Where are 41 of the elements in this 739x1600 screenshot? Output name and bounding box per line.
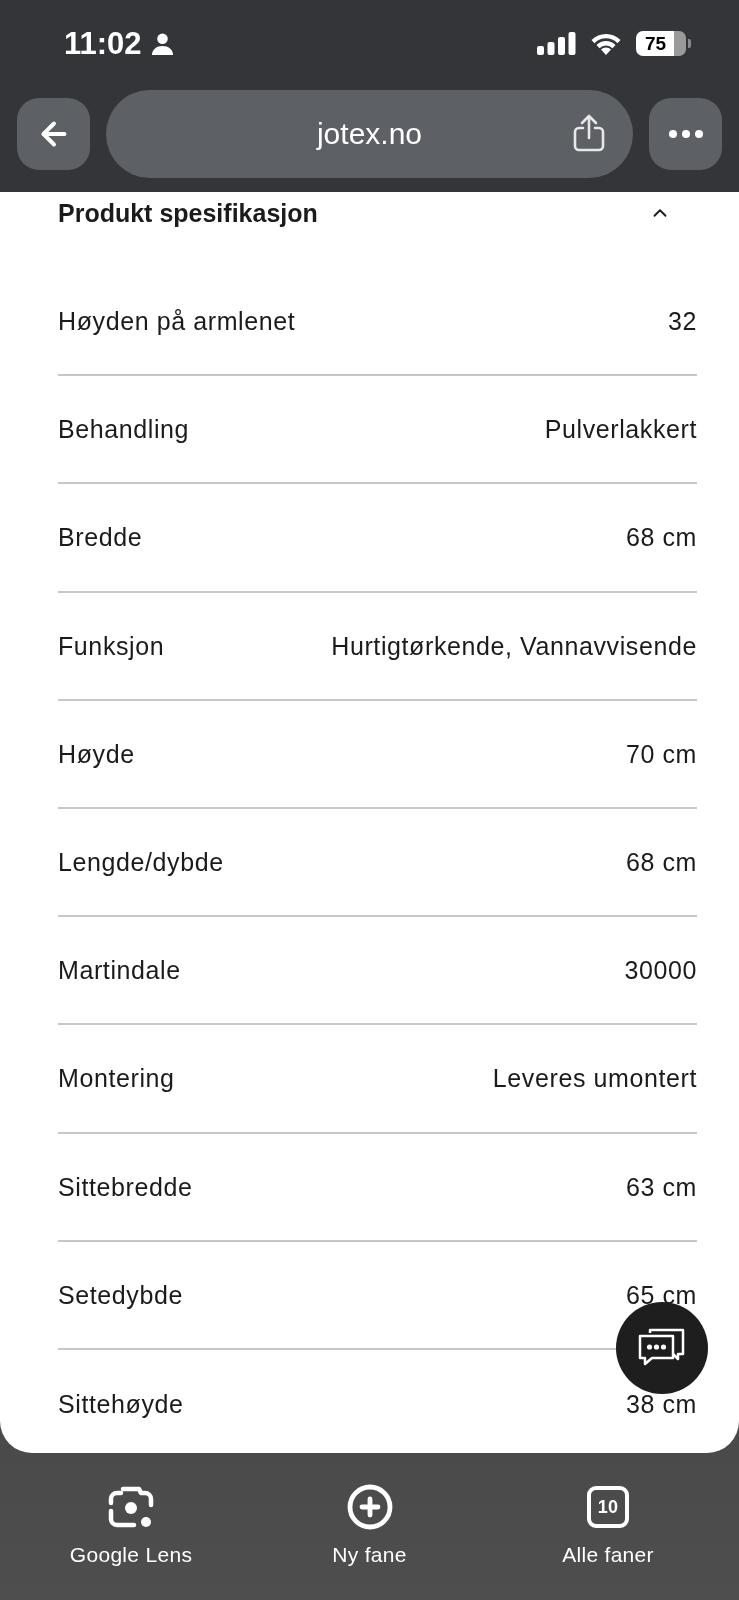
spec-value: 38 cm [625, 1388, 697, 1419]
spec-value: 68 cm [625, 847, 697, 878]
battery-percentage: 75 [645, 33, 667, 53]
spec-value: Hurtigtørkende, Vannavvisende [331, 630, 697, 661]
spec-value: Leveres umontert [492, 1063, 697, 1094]
camera-lens-icon [108, 1484, 154, 1530]
spec-label: Høyden på armlenet [58, 306, 296, 337]
more-button[interactable] [649, 98, 722, 170]
spec-label: Funksjon [58, 630, 165, 661]
spec-value: 32 [668, 306, 697, 337]
spec-value: Pulverlakkert [544, 414, 697, 445]
spec-label: Setedybde [58, 1279, 183, 1310]
spec-label: Sittebredde [58, 1171, 193, 1202]
all-tabs-button[interactable]: 10 Alle faner [513, 1453, 703, 1600]
new-tab-button[interactable]: Ny fane [274, 1453, 465, 1600]
google-lens-button[interactable]: Google Lens [36, 1453, 226, 1600]
spec-value: 63 cm [625, 1171, 697, 1202]
share-button[interactable] [573, 114, 605, 152]
spec-label: Bredde [58, 522, 143, 553]
address-bar[interactable]: jotex.no [106, 90, 633, 178]
share-icon [573, 114, 605, 152]
spec-label: Lengde/dybde [58, 847, 224, 878]
tab-count: 10 [587, 1486, 629, 1528]
spec-label: Sittehøyde [58, 1388, 184, 1419]
spec-label: Høyde [58, 738, 135, 769]
spec-value: 65 cm [625, 1279, 697, 1310]
plus-circle-icon [345, 1483, 394, 1531]
spec-label: Montering [58, 1063, 175, 1094]
battery-tip-icon [688, 38, 691, 48]
spec-label: Behandling [58, 414, 190, 445]
wifi-icon [590, 31, 622, 55]
signal-icon [537, 31, 576, 55]
spec-value: 30000 [624, 955, 697, 986]
section-header[interactable]: Produkt spesifikasjon [58, 198, 697, 228]
more-icon [668, 130, 703, 138]
spec-label: Martindale [58, 955, 181, 986]
spec-value: 70 cm [625, 738, 697, 769]
status-time: 11:02 [64, 27, 142, 59]
spec-value: 68 cm [625, 522, 697, 553]
back-button[interactable] [17, 98, 90, 170]
person-icon [150, 31, 174, 55]
